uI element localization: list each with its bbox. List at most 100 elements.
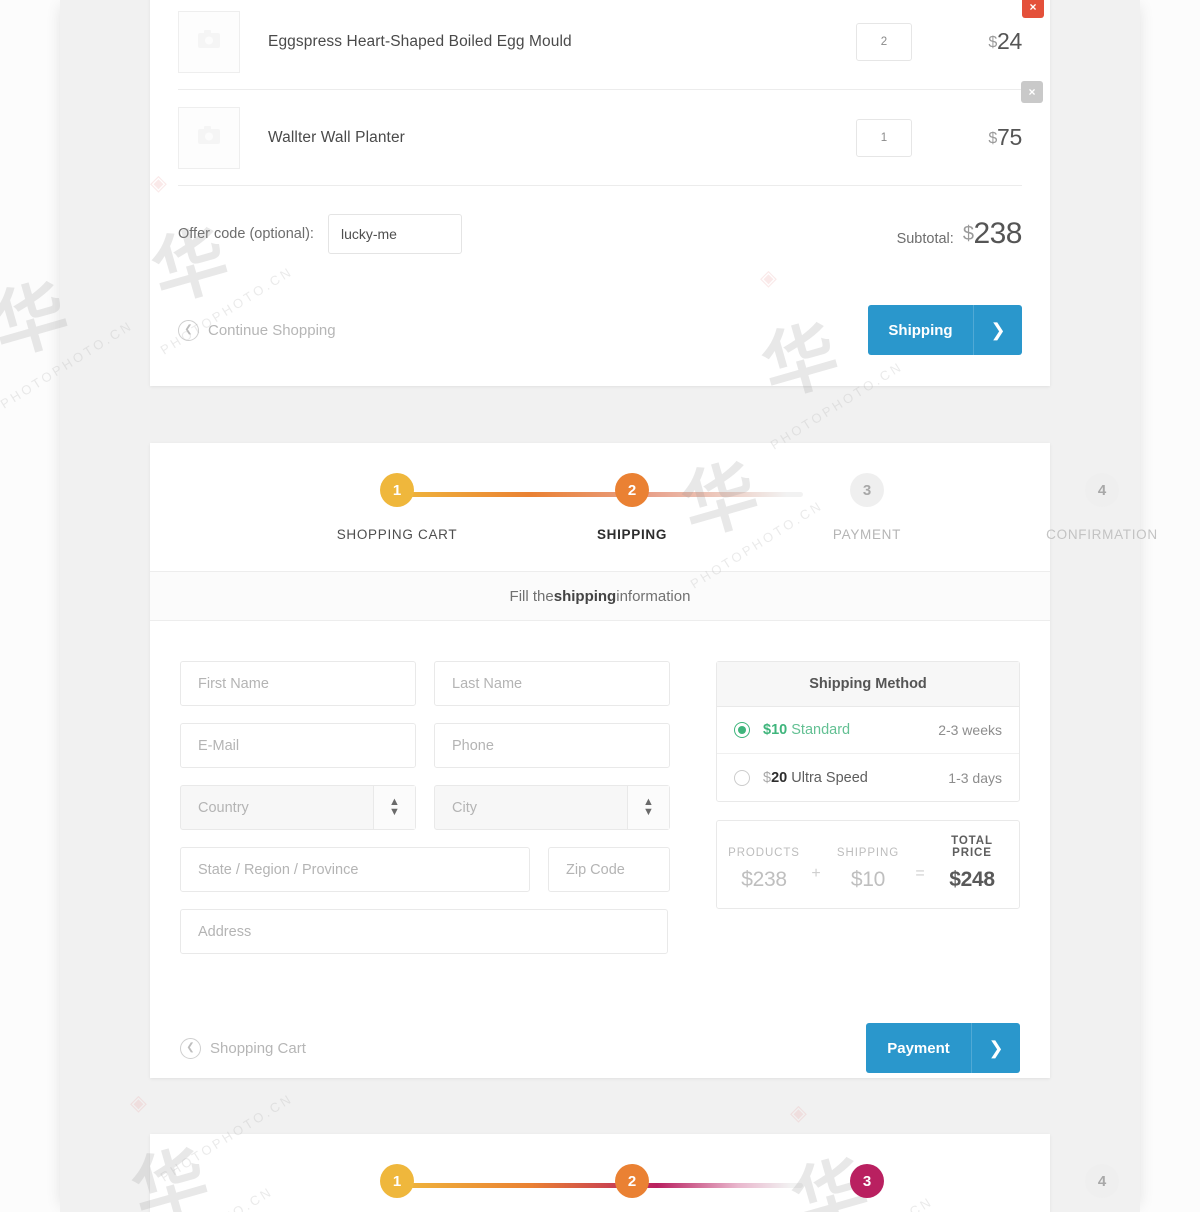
- stepper-step-2[interactable]: 2: [562, 1164, 702, 1198]
- stepper-step-1[interactable]: 1: [327, 1164, 467, 1198]
- currency-symbol: $: [988, 34, 998, 51]
- shipping-option-ultra-speed[interactable]: $20 Ultra Speed 1-3 days: [717, 754, 1019, 801]
- radio-icon[interactable]: [734, 769, 750, 786]
- screenshot-root: Eggspress Heart-Shaped Boiled Egg Mould …: [0, 0, 1200, 1212]
- currency-symbol: $: [988, 130, 998, 147]
- step-node: 1: [380, 473, 414, 507]
- section-subtitle: Fill the shipping information: [150, 571, 1050, 621]
- step-node: 4: [1085, 1164, 1119, 1198]
- totals-products: PRODUCTS $238: [723, 847, 805, 892]
- shipping-form: First Name Last Name E-Mail Phone Countr…: [180, 661, 670, 971]
- line-price: $24: [912, 28, 1022, 55]
- offer-code-input[interactable]: lucky-me: [327, 214, 462, 254]
- totals-shipping: SHIPPING $10: [827, 847, 909, 892]
- radio-icon[interactable]: [734, 722, 750, 738]
- shipping-button-label: Shipping: [888, 321, 953, 339]
- price-value: 75: [997, 124, 1022, 150]
- chevron-right-icon: ❯: [990, 319, 1006, 340]
- email-input[interactable]: E-Mail: [180, 723, 416, 768]
- zip-code-input[interactable]: Zip Code: [548, 847, 670, 892]
- shipping-option-price: 20: [771, 769, 788, 786]
- subtotal-label: Subtotal:: [896, 231, 954, 247]
- payment-button[interactable]: Payment ❯: [866, 1023, 1020, 1073]
- shipping-method-title: Shipping Method: [717, 662, 1019, 707]
- quantity-input[interactable]: 1: [856, 118, 912, 157]
- first-name-input[interactable]: First Name: [180, 661, 416, 706]
- checkout-stepper: 1 SHOPPING CART 2 SHIPPING 3 PAYMENT 4 C…: [150, 443, 1157, 571]
- shipping-option-name: Ultra Speed: [791, 769, 868, 786]
- stepper-step-3[interactable]: 3: [797, 1164, 937, 1198]
- shipping-method-panel: Shipping Method $10 Standard 2-3 weeks $…: [716, 661, 1020, 802]
- last-name-input[interactable]: Last Name: [434, 661, 670, 706]
- chevron-left-circle-icon: ❮: [180, 1037, 201, 1059]
- totals-panel: PRODUCTS $238 + SHIPPING $10 = TOTAL PRI…: [716, 820, 1020, 909]
- remove-item-button[interactable]: ×: [1022, 0, 1044, 18]
- image-placeholder-icon: [197, 125, 221, 150]
- stepper-step-2[interactable]: 2 SHIPPING: [562, 473, 702, 542]
- currency-symbol: $: [763, 769, 772, 786]
- checkout-stepper-next: 1 2 3 4: [150, 1134, 1119, 1212]
- stepper-step-1[interactable]: 1 SHOPPING CART: [327, 473, 467, 542]
- continue-shopping-link[interactable]: ❮ Continue Shopping: [178, 319, 336, 341]
- back-to-cart-link[interactable]: ❮ Shopping Cart: [180, 1037, 306, 1059]
- shipping-option-label: $20 Ultra Speed: [763, 770, 948, 786]
- address-input[interactable]: Address: [180, 909, 668, 954]
- totals-shipping-label: SHIPPING: [836, 847, 900, 859]
- phone-input[interactable]: Phone: [434, 723, 670, 768]
- subtotal-value: $238: [962, 217, 1023, 251]
- product-thumbnail: [178, 106, 240, 169]
- subtitle-pre: Fill the: [509, 587, 554, 605]
- offer-code-label: Offer code (optional):: [178, 226, 314, 242]
- city-select[interactable]: City ▲ ▼: [434, 785, 670, 830]
- shipping-option-price: $10: [763, 722, 788, 738]
- totals-total: TOTAL PRICE $248: [931, 835, 1013, 892]
- shipping-sidebar: Shipping Method $10 Standard 2-3 weeks $…: [716, 661, 1020, 971]
- currency-symbol: $: [962, 223, 974, 245]
- totals-shipping-value: $10: [850, 868, 886, 891]
- chevron-left-circle-icon: ❮: [178, 319, 199, 341]
- shipping-option-name: Standard: [791, 722, 851, 738]
- country-select-value: Country: [198, 799, 249, 816]
- step-node: 2: [615, 1164, 649, 1198]
- subtitle-strong: shipping: [553, 587, 617, 605]
- shipping-card: 1 SHOPPING CART 2 SHIPPING 3 PAYMENT 4 C…: [150, 443, 1157, 1078]
- form-row: State / Region / Province Zip Code: [180, 847, 670, 892]
- state-input[interactable]: State / Region / Province: [180, 847, 530, 892]
- shopping-cart-card: Eggspress Heart-Shaped Boiled Egg Mould …: [150, 0, 1050, 386]
- totals-equals-sign: =: [915, 865, 925, 882]
- shipping-option-standard[interactable]: $10 Standard 2-3 weeks: [717, 707, 1019, 754]
- shipping-option-eta: 1-3 days: [948, 769, 1002, 786]
- shipping-button[interactable]: Shipping ❯: [868, 305, 1022, 355]
- totals-products-label: PRODUCTS: [728, 847, 800, 859]
- form-row: Country ▲ ▼ City ▲ ▼: [180, 785, 670, 830]
- quantity-input[interactable]: 2: [856, 22, 912, 61]
- stepper-step-4[interactable]: 4 CONFIRMATION: [1032, 473, 1172, 542]
- step-node: 3: [850, 473, 884, 507]
- step-node: 2: [615, 473, 649, 507]
- step-label: SHIPPING: [596, 527, 668, 542]
- step-label: PAYMENT: [832, 527, 902, 542]
- step-node: 3: [850, 1164, 884, 1198]
- totals-total-value: $248: [949, 868, 995, 891]
- back-to-cart-label: Shopping Cart: [210, 1039, 306, 1057]
- image-placeholder-icon: [197, 29, 221, 54]
- shipping-nav-row: ❮ Shopping Cart Payment ❯: [180, 1013, 1020, 1083]
- chevron-updown-icon: ▲ ▼: [627, 786, 669, 829]
- shipping-body: First Name Last Name E-Mail Phone Countr…: [150, 621, 1050, 971]
- country-select[interactable]: Country ▲ ▼: [180, 785, 416, 830]
- form-row: E-Mail Phone: [180, 723, 670, 768]
- product-thumbnail: [178, 10, 240, 73]
- totals-plus-sign: +: [811, 865, 821, 882]
- cart-nav-row: ❮ Continue Shopping Shipping ❯: [178, 282, 1022, 378]
- remove-item-button[interactable]: ×: [1021, 81, 1043, 103]
- subtotal-amount: 238: [973, 217, 1022, 250]
- step-node: 4: [1085, 473, 1119, 507]
- stepper-step-3[interactable]: 3 PAYMENT: [797, 473, 937, 542]
- chevron-right-icon: ❯: [988, 1037, 1004, 1058]
- payment-card-peek: 1 2 3 4: [150, 1134, 1119, 1212]
- cart-row: Eggspress Heart-Shaped Boiled Egg Mould …: [178, 0, 1044, 90]
- stepper-step-4[interactable]: 4: [1032, 1164, 1172, 1198]
- city-select-value: City: [452, 799, 477, 816]
- continue-shopping-label: Continue Shopping: [208, 321, 336, 339]
- shipping-option-label: $10 Standard: [763, 722, 938, 738]
